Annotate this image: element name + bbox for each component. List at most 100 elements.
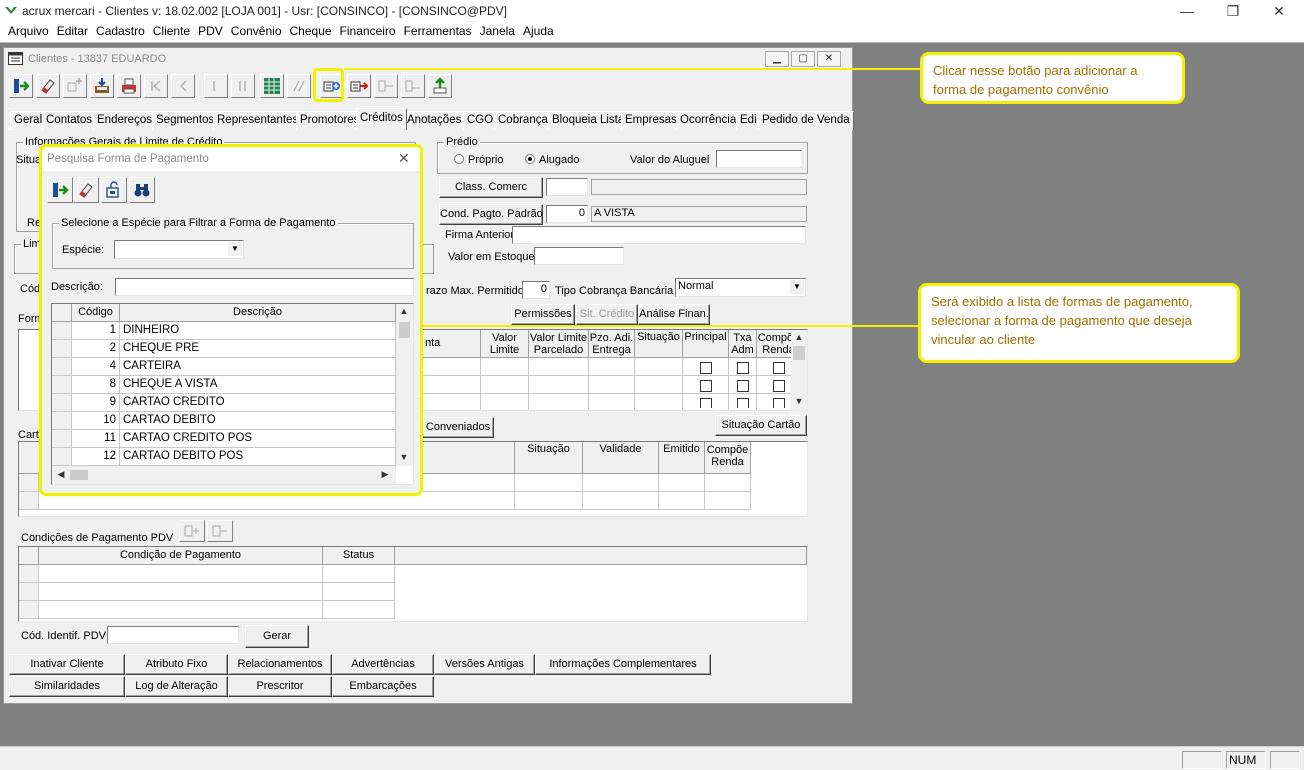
grid-cell[interactable]: [323, 565, 395, 583]
conveniados-button[interactable]: Conveniados: [422, 417, 494, 438]
row-indicator[interactable]: [19, 474, 39, 492]
grid-cell[interactable]: [659, 492, 705, 510]
compoe-renda-checkbox[interactable]: [773, 362, 785, 374]
tab-anotacoes[interactable]: Anotações: [403, 111, 466, 130]
class-comerc-button[interactable]: Class. Comerc: [439, 177, 543, 198]
col-header-cartao-compoe-renda[interactable]: Compõe Renda: [705, 442, 751, 474]
col-header-valor-limite-parcelado[interactable]: Valor Limite Parcelado: [529, 330, 589, 358]
tab-edi[interactable]: Edi: [736, 111, 761, 130]
cod-identif-pdv-input[interactable]: [107, 626, 239, 644]
save-button[interactable]: [90, 74, 114, 98]
tab-ocorrencia[interactable]: Ocorrência: [676, 111, 741, 130]
grid-cell[interactable]: [635, 376, 683, 394]
pdv-add-button[interactable]: [179, 520, 205, 542]
compoe-renda-checkbox[interactable]: [773, 380, 785, 392]
col-header-validade[interactable]: Validade: [583, 442, 659, 474]
close-button[interactable]: ✕: [1256, 0, 1302, 22]
radio-alugado-circle[interactable]: [525, 154, 535, 164]
forma-grid-scrollbar[interactable]: ▲ ▼: [791, 330, 807, 410]
table-button[interactable]: [260, 74, 284, 98]
advertencias-button[interactable]: Advertências: [332, 654, 434, 675]
add-disabled-button[interactable]: [63, 74, 87, 98]
txa-adm-checkbox[interactable]: [737, 362, 749, 374]
first-record-button[interactable]: [144, 74, 168, 98]
col-header-emitido[interactable]: Emitido: [659, 442, 705, 474]
principal-checkbox[interactable]: [700, 362, 712, 374]
menu-arquivo[interactable]: Arquivo: [6, 22, 55, 42]
exit-button[interactable]: [9, 74, 33, 98]
grid-cell[interactable]: [589, 358, 635, 376]
txa-adm-checkbox[interactable]: [737, 398, 749, 408]
tab-enderecos[interactable]: Endereços: [93, 111, 156, 130]
col-header-status[interactable]: Status: [323, 547, 395, 565]
col-header-situacao[interactable]: Situação: [635, 330, 683, 358]
clear-button[interactable]: [36, 74, 60, 98]
col-header-nta[interactable]: nta: [419, 330, 481, 358]
grid-cell[interactable]: [635, 394, 683, 410]
atributo-fixo-button[interactable]: Atributo Fixo: [125, 654, 228, 675]
chevron-down-icon[interactable]: ▼: [790, 280, 804, 294]
grid-cell[interactable]: [529, 376, 589, 394]
last-record-button[interactable]: [231, 74, 255, 98]
radio-proprio-circle[interactable]: [454, 154, 464, 164]
cond-pagto-button[interactable]: Cond. Pagto. Padrão: [439, 204, 543, 225]
col-header-valor-limite[interactable]: Valor Limite: [481, 330, 529, 358]
prazo-max-input[interactable]: 0: [522, 281, 550, 299]
grid-cell[interactable]: [39, 601, 323, 619]
inativar-cliente-button[interactable]: Inativar Cliente: [9, 654, 125, 675]
tab-promotores[interactable]: Promotores: [296, 111, 364, 130]
relacionamentos-button[interactable]: Relacionamentos: [228, 654, 332, 675]
minimize-button[interactable]: —: [1164, 0, 1210, 22]
permissoes-button[interactable]: Permissões: [511, 304, 575, 325]
firma-anterior-input[interactable]: [512, 226, 806, 244]
menu-editar[interactable]: Editar: [55, 22, 94, 42]
grid-cell[interactable]: [529, 394, 589, 410]
row-indicator[interactable]: [19, 601, 39, 619]
scroll-up-icon[interactable]: ▲: [792, 332, 806, 342]
menu-janela[interactable]: Janela: [478, 22, 521, 42]
grid-cell[interactable]: [515, 474, 583, 492]
grid-cell[interactable]: [419, 376, 481, 394]
grid-cell[interactable]: [481, 358, 529, 376]
tab-cobranca[interactable]: Cobrança: [494, 111, 552, 130]
row-indicator[interactable]: [19, 565, 39, 583]
cond-pagto-code-input[interactable]: 0: [546, 205, 588, 223]
grid-cell[interactable]: [515, 492, 583, 510]
menu-cadastro[interactable]: Cadastro: [94, 22, 151, 42]
grid-cell[interactable]: [659, 474, 705, 492]
grid-cell[interactable]: [481, 394, 529, 410]
remove-convenio-button[interactable]: [347, 74, 371, 98]
tab-contatos[interactable]: Contatos: [42, 111, 97, 130]
gerar-button[interactable]: Gerar: [245, 625, 309, 648]
grid-cell[interactable]: [589, 394, 635, 410]
situacao-cartao-button[interactable]: Situação Cartão: [715, 415, 807, 436]
prev-record-button[interactable]: [171, 74, 195, 98]
scroll-down-icon[interactable]: ▼: [792, 396, 806, 406]
tipo-cobranca-select[interactable]: Normal ▼: [675, 278, 806, 297]
row-indicator[interactable]: [19, 583, 39, 601]
menu-ferramentas[interactable]: Ferramentas: [402, 22, 478, 42]
col-header-condicao-pagamento[interactable]: Condição de Pagamento: [39, 547, 323, 565]
tab-creditos[interactable]: Créditos: [356, 108, 407, 130]
embarcacoes-button[interactable]: Embarcações: [332, 676, 434, 697]
pdv-grid[interactable]: Condição de Pagamento Status: [18, 546, 808, 622]
print-button[interactable]: [117, 74, 141, 98]
disabled-tool-b-button[interactable]: [401, 74, 425, 98]
class-comerc-code-input[interactable]: [546, 178, 588, 196]
export-button[interactable]: [428, 74, 452, 98]
grid-cell[interactable]: [481, 376, 529, 394]
next-record-button[interactable]: [204, 74, 228, 98]
grid-cell[interactable]: [635, 358, 683, 376]
grid-cell[interactable]: [583, 492, 659, 510]
tab-bloqueia-lista[interactable]: Bloqueia Lista: [548, 111, 629, 130]
prescritor-button[interactable]: Prescritor: [228, 676, 332, 697]
col-header-pzo-adi-entrega[interactable]: Pzo. Adi. Entrega: [589, 330, 635, 358]
col-header-principal[interactable]: Principal: [683, 330, 729, 358]
grid-cell[interactable]: [419, 358, 481, 376]
similaridades-button[interactable]: Similaridades: [9, 676, 125, 697]
maximize-button[interactable]: ❐: [1210, 0, 1256, 22]
disabled-tool-a-button[interactable]: [374, 74, 398, 98]
grid-cell[interactable]: [39, 583, 323, 601]
grid-cell[interactable]: [589, 376, 635, 394]
tab-pedido-de-venda[interactable]: Pedido de Venda: [758, 111, 854, 130]
